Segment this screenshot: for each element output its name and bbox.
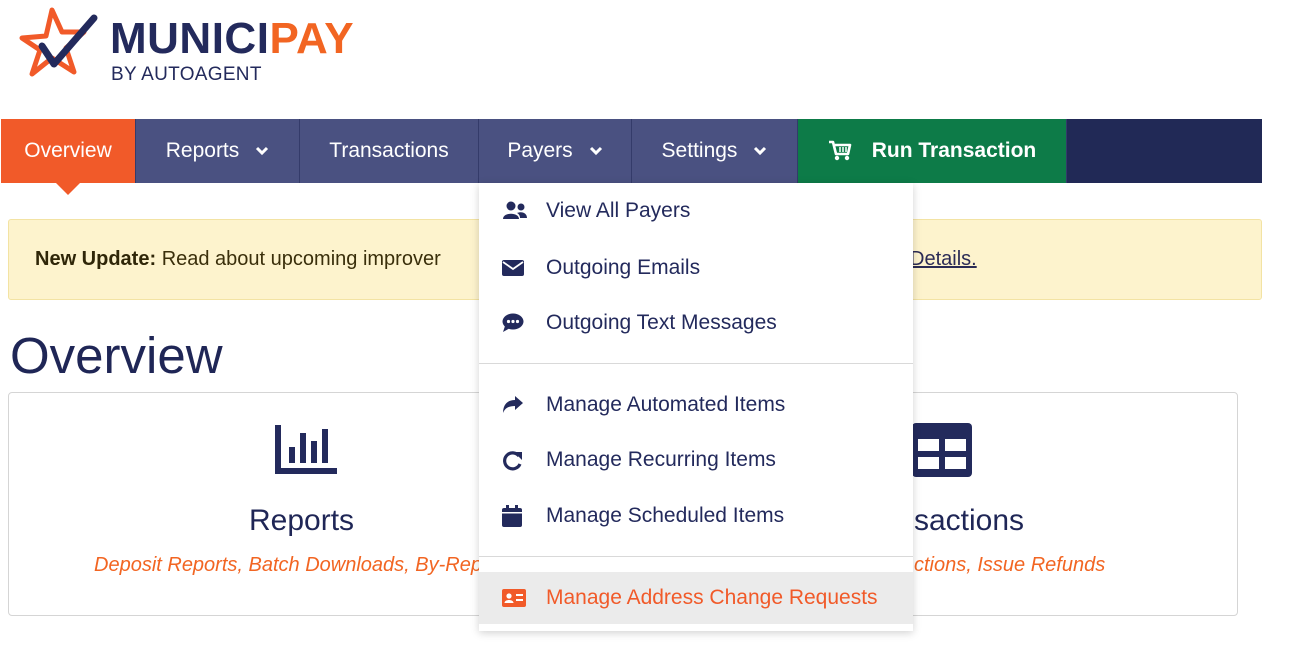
share-arrow-icon (502, 395, 538, 415)
chevron-down-icon (589, 146, 603, 156)
tile-transactions-title[interactable]: sactions (914, 504, 1024, 538)
logo-wordmark: MUNICIPAY (110, 14, 355, 63)
table-icon (912, 423, 972, 482)
calendar-icon (502, 505, 538, 527)
nav-overview-label: Overview (24, 139, 112, 162)
menu-item-label: Manage Recurring Items (546, 448, 776, 471)
nav-settings-label: Settings (661, 139, 738, 162)
chat-icon (502, 313, 538, 333)
menu-item-label: Outgoing Emails (546, 256, 701, 279)
menu-item-label: Manage Address Change Requests (546, 586, 878, 609)
nav-payers-label: Payers (507, 139, 573, 162)
menu-item-manage-scheduled-items[interactable]: Manage Scheduled Items (479, 491, 913, 541)
menu-divider (479, 556, 913, 557)
cart-icon (828, 140, 852, 162)
menu-item-label: Manage Scheduled Items (546, 504, 785, 527)
menu-item-label: Outgoing Text Messages (546, 311, 777, 334)
menu-item-manage-automated-items[interactable]: Manage Automated Items (479, 380, 913, 430)
chevron-down-icon (753, 146, 767, 156)
nav-overview[interactable]: Overview (1, 119, 136, 195)
logo-tagline: BY AUTOAGENT (111, 64, 262, 85)
alert-text: New Update: Read about upcoming improver (35, 248, 441, 271)
tile-reports-title[interactable]: Reports (249, 504, 354, 538)
menu-item-view-all-payers[interactable]: View All Payers (479, 186, 913, 236)
tile-transactions-description: ctions, Issue Refunds (914, 554, 1106, 576)
alert-details-link[interactable]: Details. (910, 248, 977, 271)
nav-transactions-label: Transactions (329, 139, 449, 162)
bar-chart-icon (275, 423, 339, 480)
page-title: Overview (10, 327, 223, 384)
payers-dropdown-menu: View All Payers Outgoing Emails Outgoing… (479, 183, 913, 631)
alert-body: Read about upcoming improver (161, 248, 441, 270)
nav-reports[interactable]: Reports (136, 119, 300, 183)
menu-item-outgoing-text-messages[interactable]: Outgoing Text Messages (479, 298, 913, 348)
menu-item-label: Manage Automated Items (546, 393, 786, 416)
menu-divider (479, 363, 913, 364)
star-check-logo-icon (19, 7, 98, 77)
menu-item-outgoing-emails[interactable]: Outgoing Emails (479, 243, 913, 293)
nav-reports-label: Reports (165, 139, 240, 162)
users-icon (502, 201, 538, 221)
municipay-logo[interactable]: MUNICIPAY BY AUTOAGENT (14, 2, 374, 88)
alert-title: New Update: (35, 248, 157, 270)
menu-item-manage-address-change-requests[interactable]: Manage Address Change Requests (479, 572, 913, 624)
run-transaction-button[interactable]: Run Transaction (798, 119, 1067, 183)
address-card-icon (502, 589, 538, 607)
run-transaction-label: Run Transaction (871, 139, 1037, 162)
envelope-icon (502, 260, 538, 276)
redo-icon (502, 449, 538, 471)
chevron-down-icon (255, 146, 269, 156)
tile-reports-description: Deposit Reports, Batch Downloads, By-Rep (94, 554, 482, 576)
nav-settings[interactable]: Settings (632, 119, 798, 183)
nav-transactions[interactable]: Transactions (300, 119, 479, 183)
menu-item-label: View All Payers (546, 199, 691, 222)
main-nav: Overview Reports Transactions Payers Set… (1, 119, 1262, 195)
menu-item-manage-recurring-items[interactable]: Manage Recurring Items (479, 435, 913, 485)
nav-payers[interactable]: Payers (479, 119, 632, 183)
